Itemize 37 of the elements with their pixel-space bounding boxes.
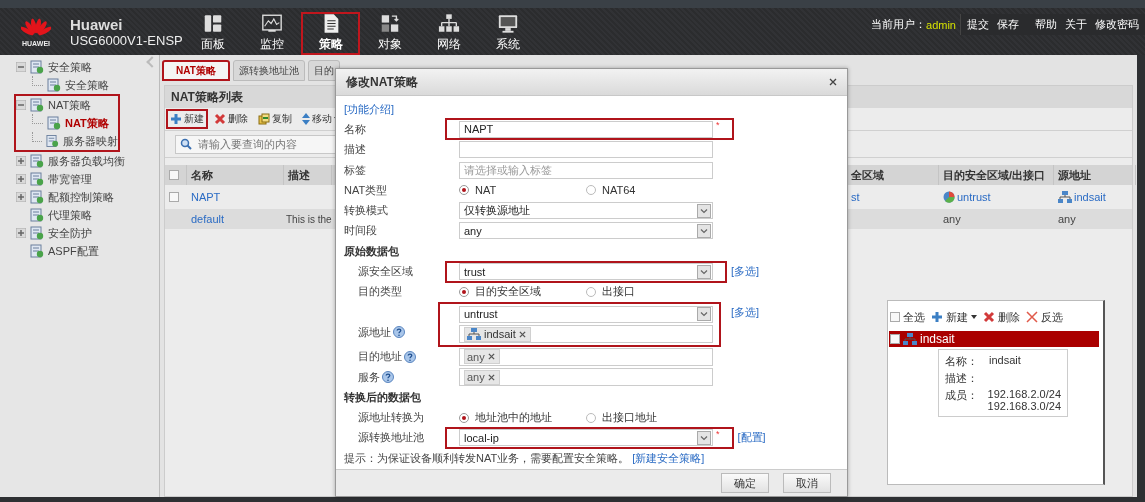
- required-mark: *: [716, 428, 720, 439]
- field-label: 名称: [344, 121, 366, 137]
- detail-value: 192.168.2.0/24: [987, 388, 1061, 400]
- field-label: 源转换地址池: [358, 430, 424, 446]
- field-label: 目的类型: [358, 284, 402, 300]
- table-cell: any: [1058, 213, 1076, 225]
- detail-value: indsait: [989, 354, 1021, 366]
- brand-name: Huawei: [70, 15, 124, 33]
- field-label: 目的地址: [358, 349, 402, 365]
- panel-title: NAT策略列表: [171, 88, 243, 106]
- required-mark: *: [716, 120, 720, 131]
- detail-label: 成员：: [945, 388, 979, 403]
- tag-label: any: [467, 350, 485, 363]
- section-heading: 转换后的数据包: [344, 389, 421, 405]
- user-name: admin: [926, 18, 956, 31]
- field-label: NAT类型: [344, 182, 388, 198]
- detail-value: 192.168.3.0/24: [987, 400, 1061, 412]
- dialog-title: 修改NAT策略: [346, 73, 418, 91]
- field-label: 服务: [358, 369, 380, 385]
- field-label: 标签: [344, 162, 366, 178]
- field-label: 描述: [344, 142, 366, 158]
- table-cell: This is the: [286, 213, 332, 225]
- field-label: 源地址转换为: [358, 410, 424, 426]
- device-model: USG6000V1-ENSP: [70, 32, 183, 48]
- hint-text: 提示：为保证设备顺利转发NAT业务，需要配置安全策略。 [新建安全策略]: [344, 450, 705, 466]
- field-label: 源地址: [358, 324, 391, 340]
- section-heading: 原始数据包: [344, 243, 399, 259]
- tag-label: any: [467, 371, 485, 383]
- table-cell: any: [943, 213, 961, 225]
- detail-label: 描述：: [945, 371, 979, 386]
- tag-label: indsait: [484, 328, 516, 341]
- detail-label: 名称：: [945, 354, 979, 369]
- field-label: 转换模式: [344, 203, 388, 219]
- field-label: 时间段: [344, 223, 377, 239]
- address-name: indsait: [920, 332, 955, 346]
- field-label: 源安全区域: [358, 264, 413, 279]
- user-label: 当前用户：: [871, 17, 927, 32]
